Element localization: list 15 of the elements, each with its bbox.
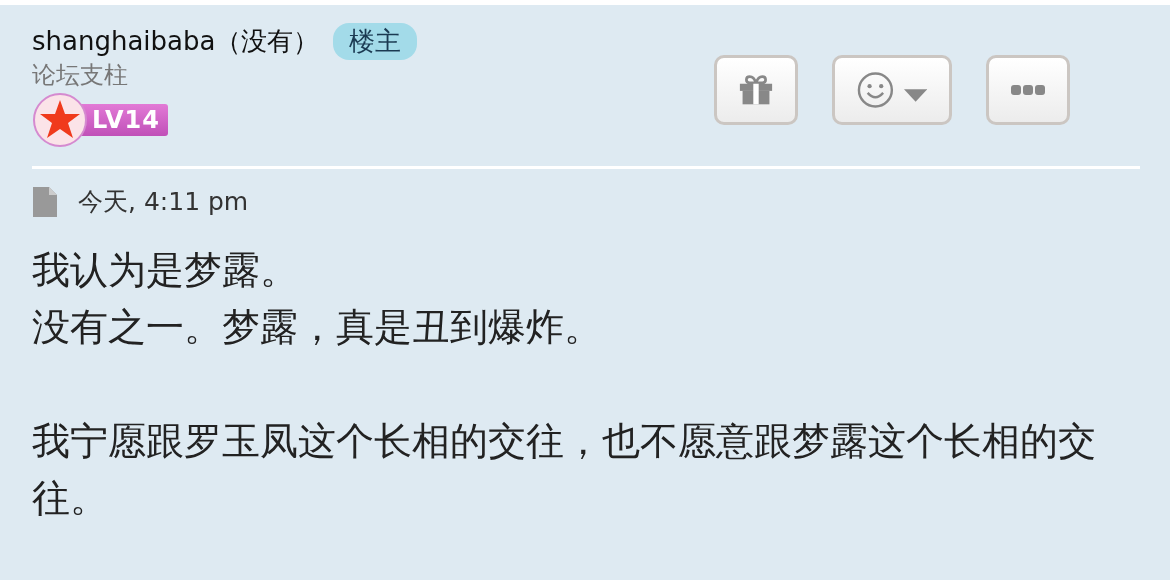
more-icon bbox=[1011, 85, 1045, 95]
author-badge: 楼主 bbox=[333, 23, 418, 60]
gift-button[interactable] bbox=[714, 55, 798, 125]
user-title: 论坛支柱 bbox=[32, 60, 129, 90]
post-text-line: 我宁愿跟罗玉凤这个长相的交往，也不愿意跟梦露这个长相的交往。 bbox=[32, 418, 1097, 522]
author-name[interactable]: shanghaibaba（没有） bbox=[32, 24, 320, 59]
post-text-line: 没有之一。梦露，真是丑到爆炸。 bbox=[32, 304, 602, 351]
gift-icon bbox=[739, 73, 773, 107]
emoji-button[interactable] bbox=[832, 55, 952, 125]
more-button[interactable] bbox=[986, 55, 1070, 125]
post-timestamp: 今天, 4:11 pm bbox=[78, 186, 249, 218]
document-icon bbox=[32, 185, 58, 218]
smiley-icon bbox=[857, 71, 894, 109]
caret-icon bbox=[903, 89, 927, 103]
post-text-line: 我认为是梦露。 bbox=[32, 247, 298, 294]
